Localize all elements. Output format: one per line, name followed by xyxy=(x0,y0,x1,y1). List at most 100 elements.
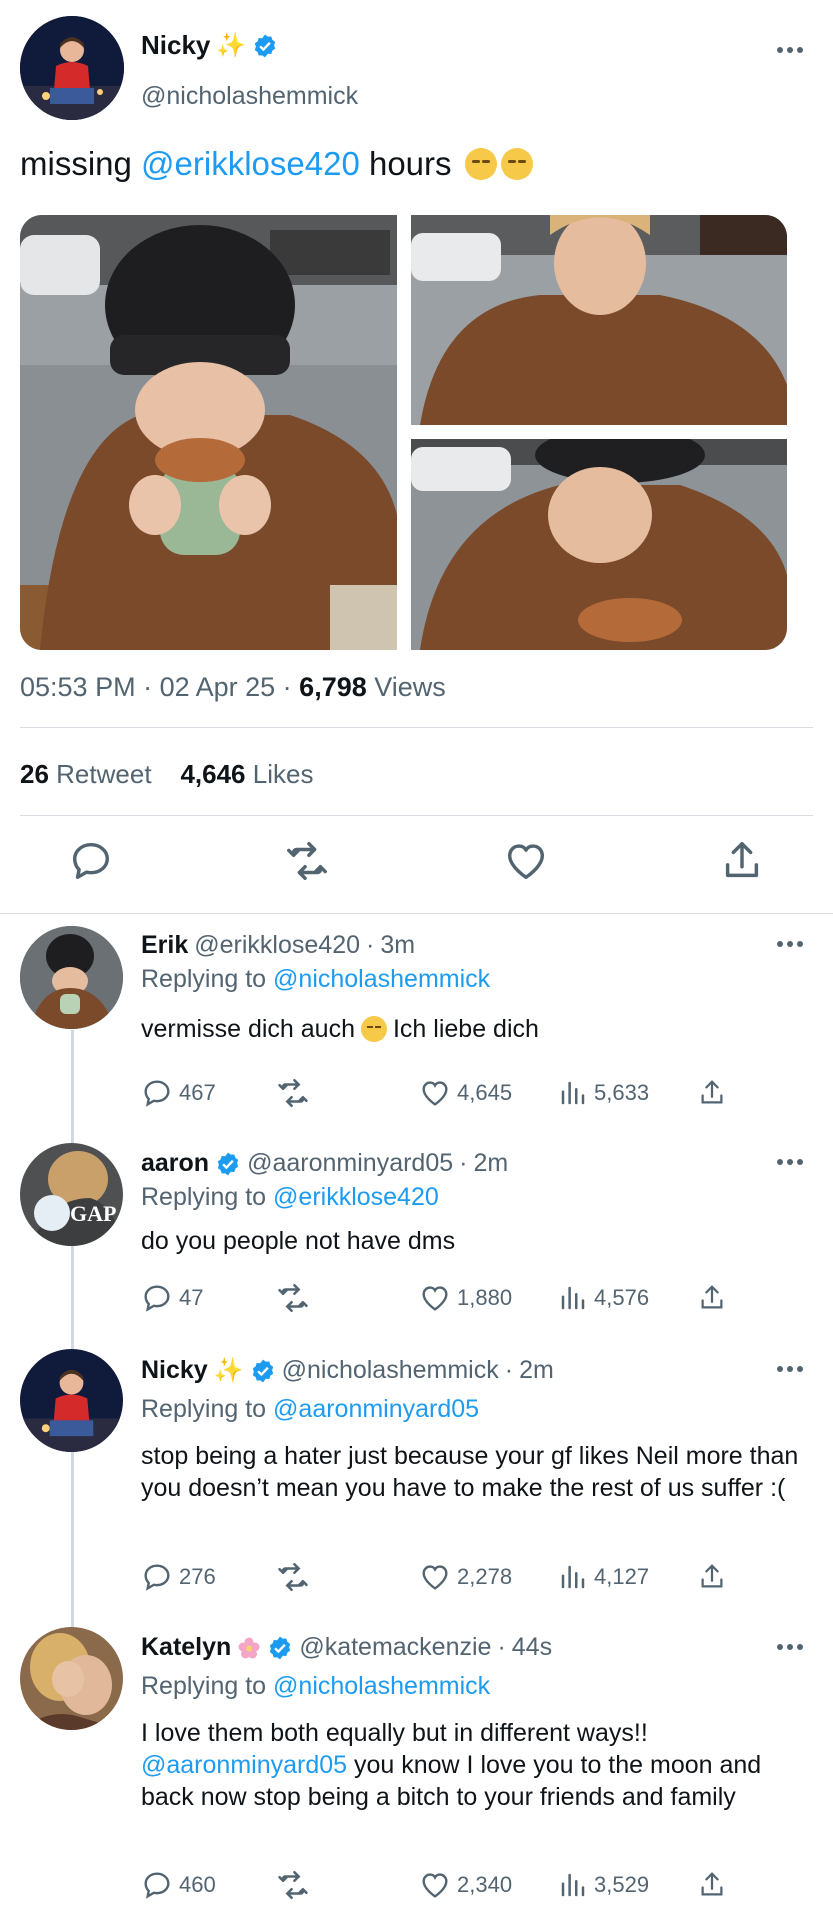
more-icon[interactable] xyxy=(777,1643,803,1651)
reply-button[interactable]: 460 xyxy=(141,1868,216,1902)
photo-2[interactable] xyxy=(411,215,787,425)
like-button[interactable]: 2,340 xyxy=(419,1868,512,1902)
mention-link[interactable]: @aaronminyard05 xyxy=(141,1751,347,1779)
display-name[interactable]: Erik xyxy=(141,931,188,960)
verified-icon xyxy=(255,34,276,57)
reply-time: 2m xyxy=(519,1356,554,1384)
reply-count: 460 xyxy=(179,1872,216,1897)
thread-line xyxy=(71,1030,74,1146)
svg-text:GAP: GAP xyxy=(70,1201,116,1226)
share-button[interactable] xyxy=(697,1868,727,1902)
handle[interactable]: @katemackenzie xyxy=(299,1633,491,1662)
views-button[interactable]: 5,633 xyxy=(558,1076,649,1110)
reply-icon xyxy=(144,1872,170,1899)
views-count: 4,127 xyxy=(594,1564,650,1589)
views-icon xyxy=(561,1565,585,1589)
like-button[interactable]: 1,880 xyxy=(419,1281,512,1315)
verified-icon xyxy=(252,1359,273,1382)
avatar[interactable]: GAP xyxy=(20,1143,123,1246)
display-name[interactable]: Nicky xyxy=(141,30,210,61)
photo-1[interactable] xyxy=(20,215,397,650)
retweet-button[interactable] xyxy=(276,1076,310,1110)
likes-count[interactable]: 4,646 xyxy=(180,759,245,789)
replying-to: Replying to @nicholashemmick xyxy=(141,1672,491,1700)
reply-icon[interactable] xyxy=(68,838,114,884)
like-button[interactable]: 4,645 xyxy=(419,1076,512,1110)
pensive-emoji-icon xyxy=(360,1016,387,1042)
avatar[interactable] xyxy=(20,1627,123,1730)
views-icon xyxy=(561,1873,585,1897)
share-icon[interactable] xyxy=(719,838,765,884)
reply-count: 276 xyxy=(179,1564,216,1589)
more-icon[interactable] xyxy=(777,1158,803,1166)
views-button[interactable]: 3,529 xyxy=(558,1868,649,1902)
share-icon xyxy=(701,1564,723,1588)
mention-link[interactable]: @nicholashemmick xyxy=(273,1672,490,1700)
display-name[interactable]: Nicky xyxy=(141,1356,208,1385)
reply-text: I love them both equally but in differen… xyxy=(141,1719,762,1811)
views-count: 5,633 xyxy=(594,1080,650,1105)
sparkle-icon: ✨ xyxy=(213,1357,244,1384)
retweet-icon[interactable] xyxy=(284,838,330,884)
replying-to: Replying to @aaronminyard05 xyxy=(141,1395,480,1423)
display-name[interactable]: Katelyn xyxy=(141,1633,231,1662)
tweet-text-after: hours xyxy=(359,145,452,182)
like-button[interactable]: 2,278 xyxy=(419,1560,512,1594)
views-button[interactable]: 4,576 xyxy=(558,1281,649,1315)
tweet-text-before: missing xyxy=(20,145,142,182)
views-count: 3,529 xyxy=(594,1872,650,1897)
like-icon xyxy=(422,1286,448,1311)
share-icon xyxy=(701,1080,723,1104)
more-icon[interactable] xyxy=(777,940,803,948)
reply-icon xyxy=(144,1564,170,1591)
mention-link[interactable]: @erikklose420 xyxy=(273,1183,439,1211)
retweet-button[interactable] xyxy=(276,1281,310,1315)
divider xyxy=(0,913,833,914)
replying-to: Replying to @erikklose420 xyxy=(141,1183,439,1211)
like-icon[interactable] xyxy=(503,838,549,884)
reply-actions: 460 2,340 3,529 xyxy=(141,1868,731,1902)
pensive-emoji-icon xyxy=(500,148,533,180)
reply-count: 47 xyxy=(179,1285,204,1310)
reply-button[interactable]: 47 xyxy=(141,1281,203,1315)
like-icon xyxy=(422,1565,448,1590)
mention-link[interactable]: @nicholashemmick xyxy=(273,965,490,993)
divider xyxy=(20,815,813,816)
retweet-icon xyxy=(278,1870,308,1900)
share-button[interactable] xyxy=(697,1281,727,1315)
handle[interactable]: @erikklose420 xyxy=(194,931,360,960)
retweet-button[interactable] xyxy=(276,1560,310,1594)
media-grid[interactable] xyxy=(20,215,787,650)
tweet-action-bar xyxy=(0,838,833,888)
share-button[interactable] xyxy=(697,1076,727,1110)
handle[interactable]: @aaronminyard05 xyxy=(247,1149,453,1178)
likes-label[interactable]: Likes xyxy=(253,759,314,789)
reply-button[interactable]: 276 xyxy=(141,1560,216,1594)
pensive-emoji-icon xyxy=(464,148,497,180)
retweet-button[interactable] xyxy=(276,1868,310,1902)
handle[interactable]: @nicholashemmick xyxy=(282,1356,499,1385)
tweet-text: missing @erikklose420 hours xyxy=(20,145,533,183)
retweets-label[interactable]: Retweet xyxy=(56,759,151,789)
tweet-time: 05:53 PM xyxy=(20,672,136,702)
retweets-count[interactable]: 26 xyxy=(20,759,49,789)
reply-actions: 276 2,278 4,127 xyxy=(141,1560,731,1594)
reply-button[interactable]: 467 xyxy=(141,1076,216,1110)
handle[interactable]: @nicholashemmick xyxy=(141,82,358,111)
avatar[interactable] xyxy=(20,926,123,1029)
reply-time: 2m xyxy=(473,1149,509,1177)
retweet-icon xyxy=(278,1078,308,1108)
display-name[interactable]: aaron xyxy=(141,1149,209,1178)
share-button[interactable] xyxy=(697,1560,727,1594)
mention-link[interactable]: @aaronminyard05 xyxy=(273,1395,479,1423)
avatar[interactable] xyxy=(20,1349,123,1452)
views-button[interactable]: 4,127 xyxy=(558,1560,649,1594)
mention-link[interactable]: @erikklose420 xyxy=(141,145,360,182)
more-icon[interactable] xyxy=(777,46,803,54)
avatar[interactable] xyxy=(20,16,124,120)
photo-3[interactable] xyxy=(411,427,787,650)
reply-actions: 467 4,645 5,633 xyxy=(141,1076,731,1110)
more-icon[interactable] xyxy=(777,1365,803,1373)
views-count: 6,798 xyxy=(299,672,367,702)
tweet-meta: 05:53 PM · 02 Apr 25 · 6,798 Views xyxy=(20,672,446,702)
